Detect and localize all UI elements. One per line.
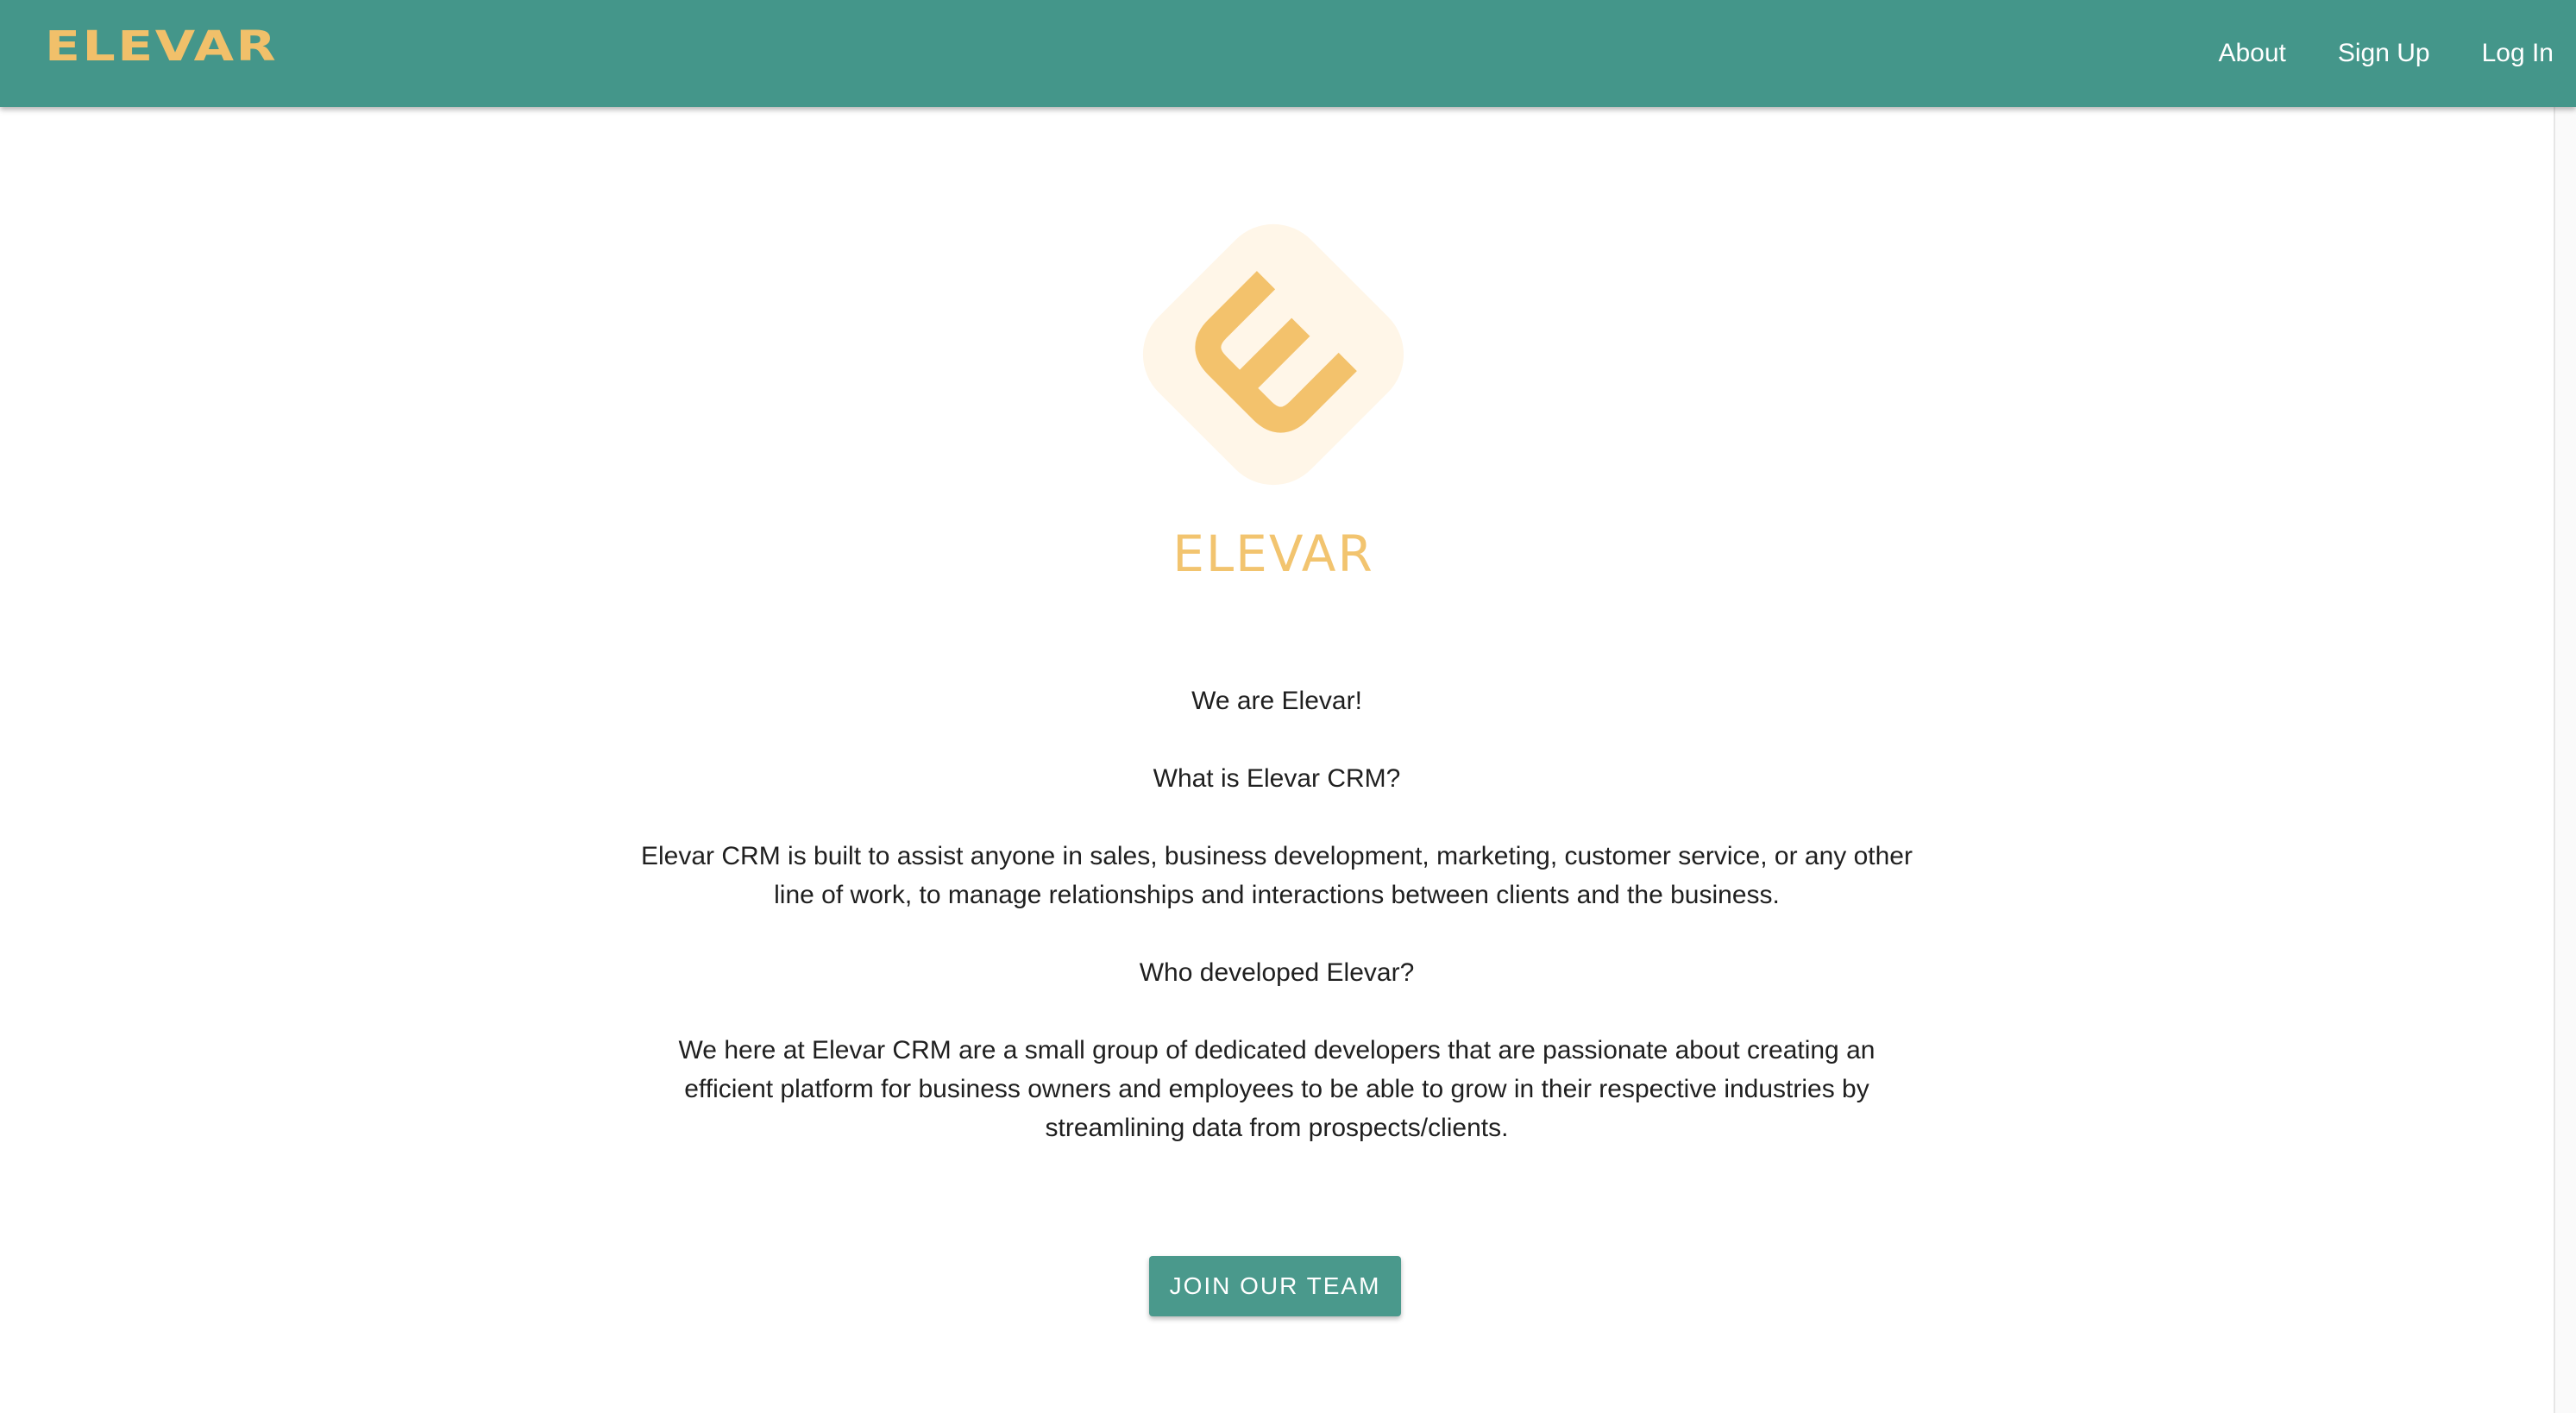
nav-about-link[interactable]: About — [2218, 39, 2285, 68]
hero-logo-text: ELEVAR — [1172, 524, 1374, 583]
main-nav: About Sign Up Log In — [2166, 0, 2554, 107]
question-what-is: What is Elevar CRM? — [1153, 764, 1401, 793]
answer-who-developed: We here at Elevar CRM are a small group … — [678, 1036, 1875, 1142]
nav-signup-link[interactable]: Sign Up — [2338, 39, 2430, 68]
answer-what-is: Elevar CRM is built to assist anyone in … — [641, 842, 1913, 909]
join-our-team-button[interactable]: JOIN OUR TEAM — [1149, 1256, 1401, 1316]
top-navbar: ELEVAR About Sign Up Log In — [0, 0, 2576, 107]
intro-text: We are Elevar! — [1191, 687, 1362, 715]
nav-login-link[interactable]: Log In — [2482, 39, 2554, 68]
question-who-developed: Who developed Elevar? — [1139, 958, 1415, 987]
page-scrollbar[interactable] — [2554, 107, 2576, 1413]
brand-logo-link[interactable]: ELEVAR — [45, 19, 278, 74]
elevar-e-icon — [1142, 223, 1404, 486]
about-content: We are Elevar! What is Elevar CRM? Eleva… — [638, 681, 1915, 1186]
